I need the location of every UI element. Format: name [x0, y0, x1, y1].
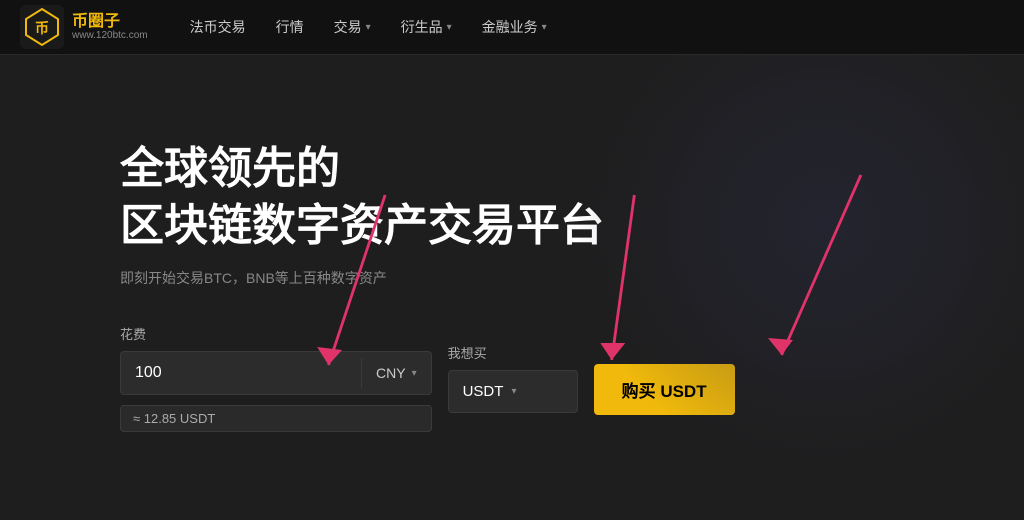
approx-badge: ≈ 12.85 USDT	[120, 405, 432, 432]
headline-2: 区块链数字资产交易平台	[120, 200, 904, 253]
svg-text:币: 币	[35, 20, 49, 36]
usdt-arrow-icon: ▾	[511, 386, 516, 397]
form-row: 花费 CNY ▾ ≈ 12.85 USDT 我想买 USDT ▾ 购买 USDT	[120, 324, 904, 432]
usdt-select[interactable]: USDT ▾	[448, 370, 578, 413]
approx-value: ≈ 12.85 USDT	[133, 411, 215, 426]
logo-url: www.120btc.com	[72, 30, 148, 41]
logo-icon: 币	[20, 5, 64, 49]
main-content: 全球领先的 区块链数字资产交易平台 即刻开始交易BTC，BNB等上百种数字资产 …	[0, 55, 1024, 520]
jinrong-arrow-icon: ▾	[542, 22, 547, 33]
buy-label: 我想买	[448, 343, 578, 362]
nav-items: 法币交易 行情 交易 ▾ 衍生品 ▾ 金融业务 ▾	[178, 11, 1004, 43]
spend-input-wrapper: CNY ▾	[120, 351, 432, 395]
logo-text: 币圈子	[72, 13, 148, 31]
nav-item-jinrong[interactable]: 金融业务 ▾	[470, 11, 559, 43]
buy-field-group: 我想买 USDT ▾	[448, 343, 578, 413]
yansheng-arrow-icon: ▾	[447, 22, 452, 33]
spend-field-group: 花费 CNY ▾ ≈ 12.85 USDT	[120, 324, 432, 432]
headline-1: 全球领先的	[120, 143, 904, 196]
logo-area[interactable]: 币 币圈子 www.120btc.com	[20, 5, 148, 49]
cny-select[interactable]: CNY ▾	[362, 365, 431, 381]
buy-button[interactable]: 购买 USDT	[594, 364, 735, 415]
usdt-label: USDT	[463, 383, 504, 400]
spend-input[interactable]	[121, 352, 361, 394]
nav-item-jiaoyi[interactable]: 交易 ▾	[322, 11, 383, 43]
spend-label: 花费	[120, 324, 432, 343]
nav-item-hangqing[interactable]: 行情	[264, 11, 316, 43]
subtext: 即刻开始交易BTC，BNB等上百种数字资产	[120, 268, 904, 288]
cny-arrow-icon: ▾	[412, 368, 417, 379]
navbar: 币 币圈子 www.120btc.com 法币交易 行情 交易 ▾ 衍生品 ▾ …	[0, 0, 1024, 55]
cny-label: CNY	[376, 365, 406, 381]
nav-item-yanshengpin[interactable]: 衍生品 ▾	[389, 11, 464, 43]
nav-item-fabi[interactable]: 法币交易	[178, 11, 258, 43]
jiaoyi-arrow-icon: ▾	[366, 22, 371, 33]
